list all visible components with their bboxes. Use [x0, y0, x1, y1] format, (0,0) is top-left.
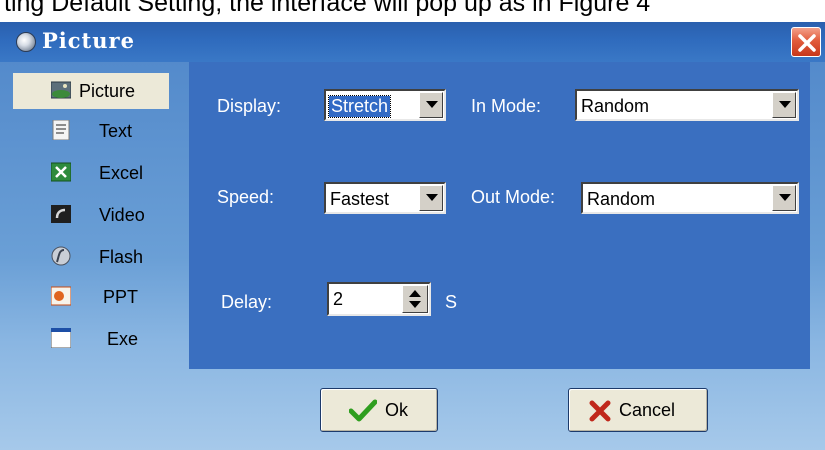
speed-select[interactable]: Fastest [324, 182, 446, 214]
sidebar-item-label: Video [99, 205, 145, 225]
sidebar-item-label: Text [99, 121, 133, 141]
delay-spin-buttons[interactable] [402, 285, 428, 313]
cancel-x-icon [589, 400, 611, 422]
delay-label: Delay: [221, 292, 273, 312]
in-mode-dropdown-button[interactable] [772, 92, 796, 118]
ok-label: Ok [385, 400, 409, 420]
sidebar-item-exe[interactable]: Exe [13, 318, 183, 358]
title-bar: Picture [0, 22, 825, 62]
content-type-list: Picture Text Excel Video Flash PPT Exe [13, 70, 183, 370]
speed-value: Fastest [330, 189, 390, 209]
sidebar-item-flash[interactable]: Flash [13, 236, 183, 276]
speed-dropdown-button[interactable] [419, 185, 443, 211]
sidebar-item-video[interactable]: Video [13, 194, 183, 234]
sidebar-item-label: PPT [103, 287, 139, 307]
sidebar-item-picture[interactable]: Picture [13, 70, 183, 110]
delay-value: 2 [333, 289, 344, 309]
delay-unit: S [445, 292, 458, 312]
out-mode-label: Out Mode: [471, 187, 556, 207]
window-title: Picture [42, 28, 135, 53]
sidebar-item-label: Picture [79, 81, 136, 101]
settings-panel: Display: Stretch In Mode: Random Speed: … [189, 62, 810, 369]
document-caption: ting Default Setting, the interface will… [0, 0, 825, 22]
checkmark-icon [349, 399, 377, 422]
exe-icon [51, 328, 71, 348]
out-mode-value: Random [587, 189, 656, 209]
flash-icon [51, 246, 71, 266]
in-mode-value: Random [581, 96, 650, 116]
ok-button[interactable]: Ok [320, 388, 438, 432]
in-mode-label: In Mode: [471, 96, 542, 116]
delay-spinner[interactable]: 2 [327, 282, 431, 316]
picture-dialog: Picture Picture Text Excel Video Flash P… [0, 22, 825, 450]
display-select[interactable]: Stretch [324, 89, 446, 121]
display-dropdown-button[interactable] [419, 92, 443, 118]
out-mode-select[interactable]: Random [581, 182, 799, 214]
sidebar-item-ppt[interactable]: PPT [13, 276, 183, 316]
app-icon [16, 32, 36, 52]
cancel-button[interactable]: Cancel [568, 388, 708, 432]
sidebar-item-label: Exe [107, 329, 139, 349]
chevron-down-icon [779, 101, 791, 108]
in-mode-select[interactable]: Random [575, 89, 799, 121]
sidebar-item-excel[interactable]: Excel [13, 152, 183, 192]
cancel-label: Cancel [619, 400, 676, 420]
chevron-down-icon [426, 194, 438, 201]
close-button[interactable] [791, 27, 821, 57]
sidebar-item-label: Excel [99, 163, 144, 183]
speed-label: Speed: [217, 187, 275, 207]
display-value: Stretch [327, 95, 392, 118]
chevron-down-icon [426, 101, 438, 108]
close-icon [798, 34, 816, 52]
ppt-icon [51, 286, 71, 306]
spin-down-icon [409, 301, 421, 308]
excel-icon [51, 162, 71, 182]
chevron-down-icon [779, 194, 791, 201]
sidebar-item-label: Flash [99, 247, 144, 267]
video-icon [51, 205, 71, 223]
display-label: Display: [217, 96, 282, 116]
picture-icon [51, 81, 71, 99]
out-mode-dropdown-button[interactable] [772, 185, 796, 211]
caption-text: ting Default Setting, the interface will… [4, 0, 651, 17]
text-icon [52, 120, 70, 140]
spin-up-icon [409, 290, 421, 297]
sidebar-item-text[interactable]: Text [13, 110, 183, 150]
